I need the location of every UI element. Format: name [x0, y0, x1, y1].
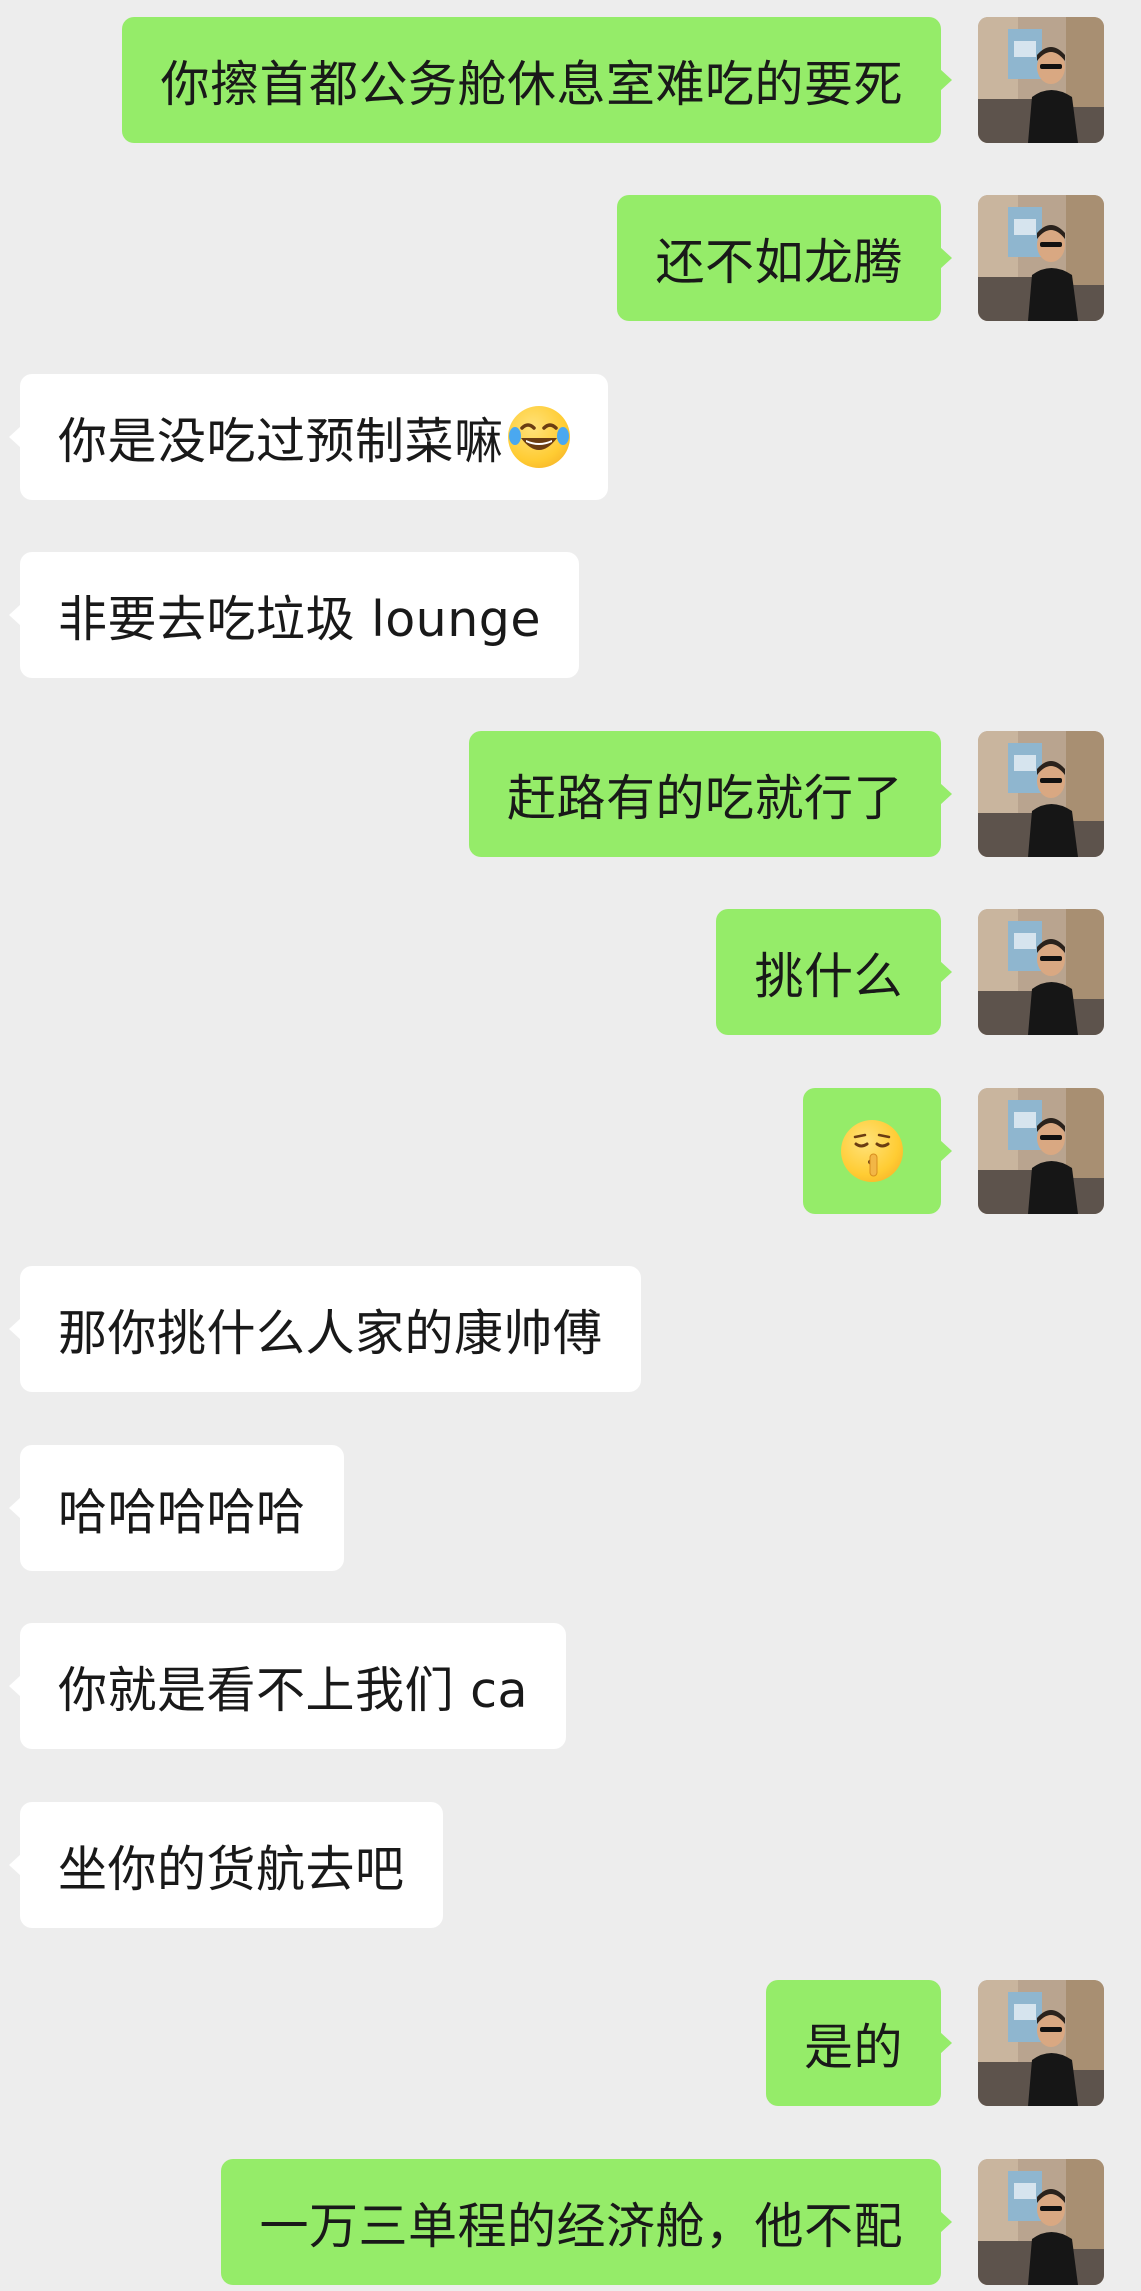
message-row: 你就是看不上我们 ca — [0, 1623, 1141, 1749]
avatar-photo — [978, 909, 1104, 1035]
message-row: 是的 — [0, 1980, 1141, 2106]
message-row: 非要去吃垃圾 lounge — [0, 552, 1141, 678]
avatar-photo — [978, 2159, 1104, 2285]
message-text: 你擦首都公务舱休息室难吃的要死 — [160, 55, 903, 113]
avatar-photo — [978, 1088, 1104, 1214]
message-text: 你是没吃过预制菜嘛 — [58, 412, 504, 470]
message-text: 一万三单程的经济舱，他不配 — [259, 2197, 903, 2255]
message-row: 赶路有的吃就行了 — [0, 731, 1141, 857]
message-text: 挑什么 — [754, 947, 903, 1005]
avatar-photo — [978, 17, 1104, 143]
message-row: 那你挑什么人家的康帅傅 — [0, 1266, 1141, 1392]
avatar-photo — [978, 731, 1104, 857]
message-text: 那你挑什么人家的康帅傅 — [58, 1304, 603, 1362]
outgoing-message-bubble[interactable]: 还不如龙腾 — [617, 195, 952, 321]
message-row: 一万三单程的经济舱，他不配 — [0, 2159, 1141, 2285]
avatar[interactable] — [978, 2159, 1104, 2285]
avatar-photo — [978, 195, 1104, 321]
avatar-photo — [978, 1980, 1104, 2106]
incoming-message-bubble[interactable]: 那你挑什么人家的康帅傅 — [9, 1266, 641, 1392]
avatar[interactable] — [978, 17, 1104, 143]
avatar[interactable] — [978, 195, 1104, 321]
message-text: 赶路有的吃就行了 — [506, 769, 903, 827]
message-row — [0, 1088, 1141, 1214]
incoming-message-bubble[interactable]: 你是没吃过预制菜嘛 — [9, 374, 608, 500]
message-row: 坐你的货航去吧 — [0, 1802, 1141, 1928]
message-row: 哈哈哈哈哈 — [0, 1445, 1141, 1571]
outgoing-message-bubble[interactable]: 挑什么 — [716, 909, 952, 1035]
outgoing-message-bubble[interactable]: 你擦首都公务舱休息室难吃的要死 — [122, 17, 952, 143]
incoming-message-bubble[interactable]: 哈哈哈哈哈 — [9, 1445, 344, 1571]
tears-of-joy-emoji-icon — [507, 406, 570, 468]
message-row: 你是没吃过预制菜嘛 — [0, 374, 1141, 500]
message-row: 挑什么 — [0, 909, 1141, 1035]
outgoing-message-bubble[interactable] — [803, 1088, 952, 1214]
avatar[interactable] — [978, 1088, 1104, 1214]
avatar[interactable] — [978, 731, 1104, 857]
message-text: 还不如龙腾 — [655, 233, 903, 291]
incoming-message-bubble[interactable]: 非要去吃垃圾 lounge — [8, 552, 580, 678]
incoming-message-bubble[interactable]: 坐你的货航去吧 — [9, 1802, 443, 1928]
outgoing-message-bubble[interactable]: 赶路有的吃就行了 — [468, 731, 953, 857]
message-row: 还不如龙腾 — [0, 195, 1141, 321]
message-text: 哈哈哈哈哈 — [58, 1483, 306, 1541]
message-text: 是的 — [803, 2018, 903, 2076]
message-text: 你就是看不上我们 ca — [58, 1661, 529, 1719]
message-row: 你擦首都公务舱休息室难吃的要死 — [0, 17, 1141, 143]
outgoing-message-bubble[interactable]: 一万三单程的经济舱，他不配 — [221, 2159, 952, 2285]
message-text: 非要去吃垃圾 lounge — [58, 590, 542, 648]
outgoing-message-bubble[interactable]: 是的 — [765, 1980, 953, 2106]
avatar[interactable] — [978, 909, 1104, 1035]
chat-area: 你擦首都公务舱休息室难吃的要死 还不如龙腾 你是没吃过预制菜嘛 非要去吃垃圾 l… — [0, 0, 1141, 2291]
avatar[interactable] — [978, 1980, 1104, 2106]
shushing-face-emoji-icon — [841, 1120, 903, 1182]
incoming-message-bubble[interactable]: 你就是看不上我们 ca — [8, 1623, 567, 1749]
message-text: 坐你的货航去吧 — [58, 1840, 405, 1898]
